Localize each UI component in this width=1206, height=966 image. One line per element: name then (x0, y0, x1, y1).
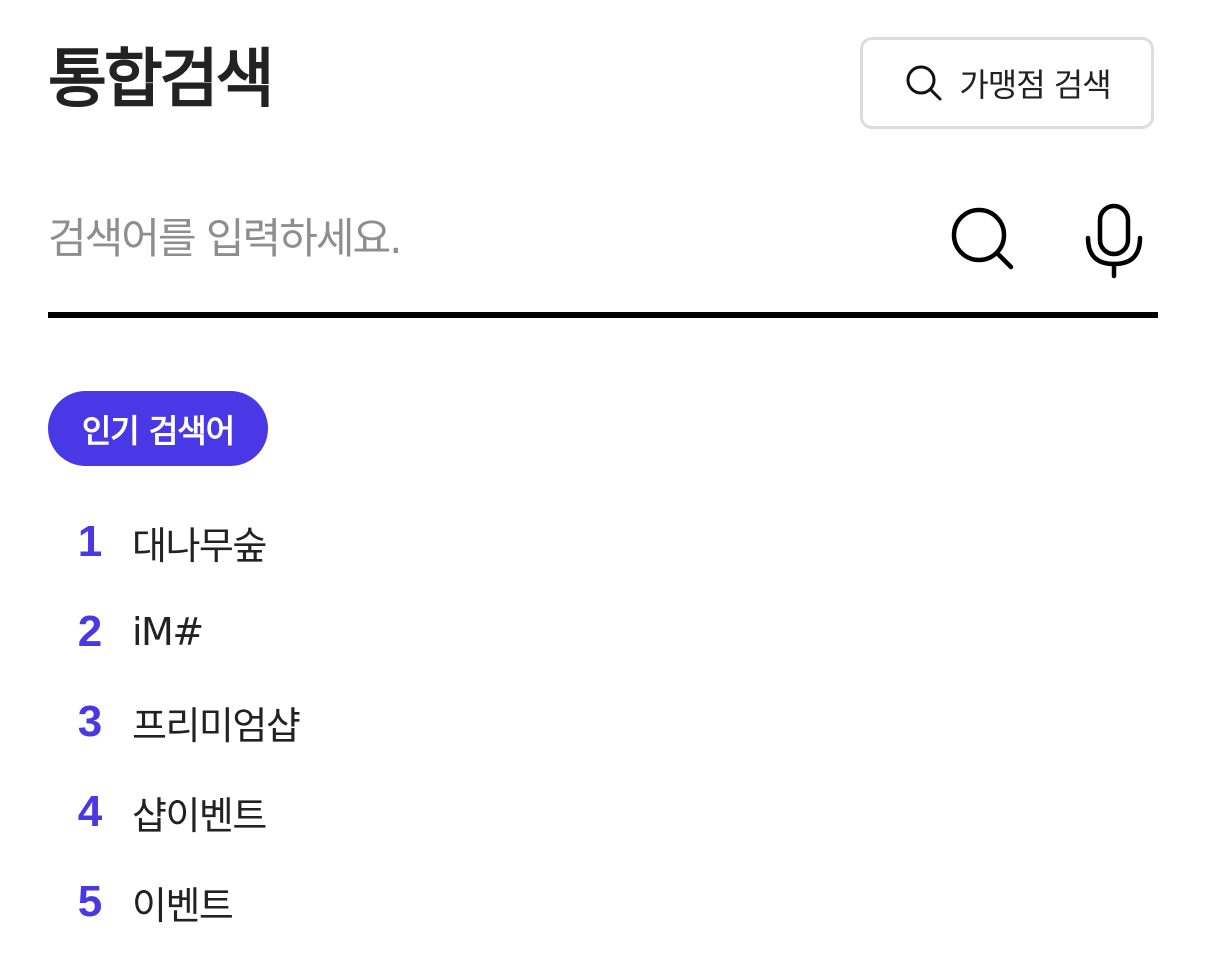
page-title: 통합검색 (48, 43, 275, 117)
keyword-item[interactable]: 3 프리미엄샵 (48, 677, 301, 767)
popular-keywords-badge: 인기 검색어 (48, 391, 268, 466)
search-input[interactable] (48, 180, 918, 296)
keyword-item[interactable]: 5 이벤트 (48, 857, 299, 947)
search-button[interactable] (948, 202, 1020, 274)
store-search-label: 가맹점 검색 (959, 66, 1111, 104)
microphone-icon (1085, 203, 1143, 279)
keyword-text[interactable]: 이벤트 (132, 875, 234, 930)
keyword-text[interactable]: 프리미엄샵 (132, 695, 301, 750)
keyword-rank: 4 (77, 787, 103, 836)
keyword-rank: 3 (77, 697, 103, 746)
search-icon (951, 207, 1014, 270)
keyword-text[interactable]: 샵이벤트 (132, 785, 267, 840)
keyword-rank: 1 (77, 517, 103, 566)
keyword-text[interactable]: iM# (132, 610, 204, 654)
voice-search-button[interactable] (1078, 200, 1150, 280)
keyword-item[interactable]: 2 iM# (48, 587, 299, 677)
store-search-button[interactable]: 가맹점 검색 (860, 37, 1154, 129)
keyword-item[interactable]: 4 샵이벤트 (48, 767, 299, 857)
keyword-rank: 2 (77, 607, 103, 656)
search-bar (48, 180, 1158, 318)
keyword-text[interactable]: 대나무숲 (132, 515, 267, 570)
keyword-item[interactable]: 1 대나무숲 (48, 497, 299, 587)
search-icon (903, 62, 945, 104)
keyword-rank: 5 (77, 877, 103, 926)
popular-keyword-list: 1 대나무숲 2 iM# 3 프리미엄샵 4 샵이벤트 5 이벤트 (48, 497, 301, 947)
